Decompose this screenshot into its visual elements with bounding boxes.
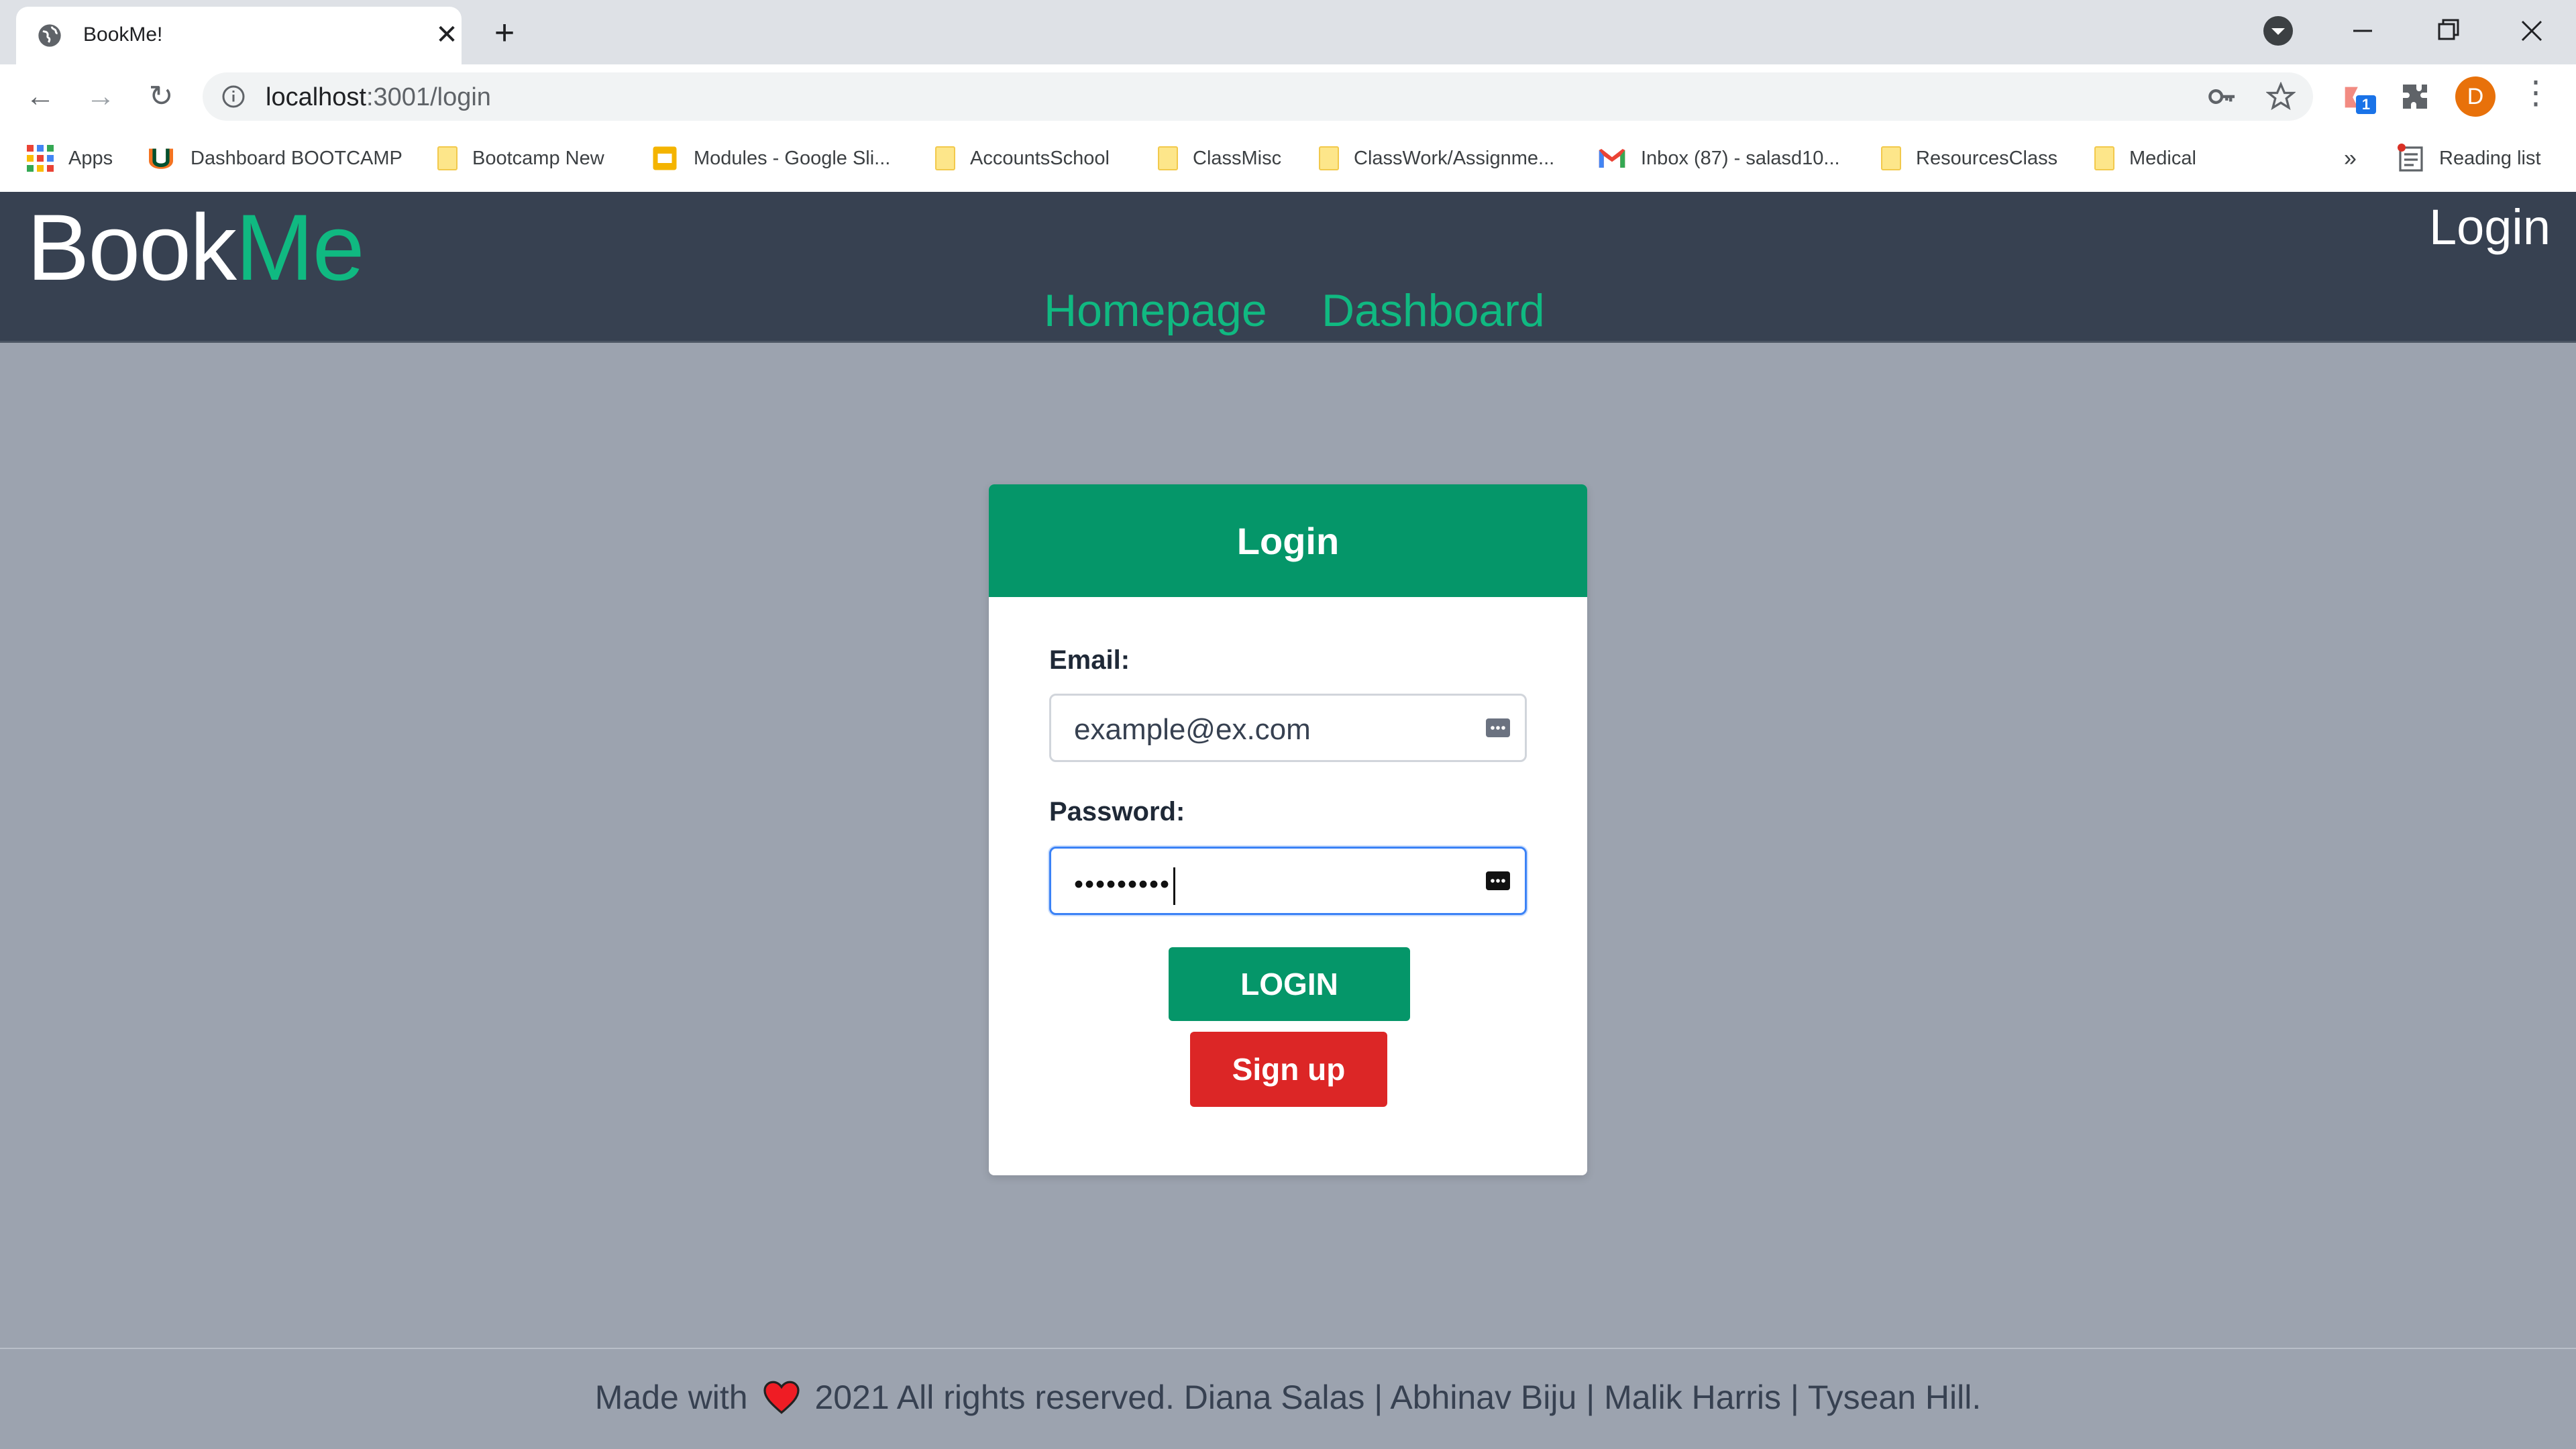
folder-icon [1881,146,1901,170]
site-info-icon[interactable] [221,85,246,109]
nav-homepage-link[interactable]: Homepage [1044,284,1267,337]
login-card-header: Login [989,484,1587,597]
folder-icon [437,146,458,170]
folder-icon [1319,146,1339,170]
logo-book-text: Book [27,195,237,300]
bookmarks-bar: Apps Dashboard BOOTCAMP Bootcamp New Mod… [0,129,2576,193]
bookmark-classwork[interactable]: ClassWork/Assignme... [1319,142,1554,174]
bookmark-medical[interactable]: Medical [2094,142,2196,174]
nav-dashboard-link[interactable]: Dashboard [1322,284,1545,337]
email-value: example@ex.com [1074,713,1311,746]
footer-credits: 2021 All rights reserved. Diana Salas | … [814,1379,1982,1416]
logo-me-text: Me [235,195,364,300]
login-button[interactable]: LOGIN [1169,947,1410,1021]
bookmark-inbox-gmail[interactable]: Inbox (87) - salasd10... [1598,142,1840,174]
footer: Made with 2021 All rights reserved. Dian… [0,1378,2576,1417]
globe-icon [38,24,61,47]
key-icon[interactable] [2207,85,2237,109]
back-arrow-icon[interactable]: ← [20,76,60,117]
bookmark-label: Medical [2129,147,2196,169]
header-login-link[interactable]: Login [2429,199,2551,256]
password-field[interactable]: ••••••••• [1049,847,1527,915]
address-bar[interactable]: localhost:3001/login [203,72,2313,121]
browser-tab[interactable]: BookMe! ✕ [16,7,462,64]
extension-icon[interactable]: 1 [2340,82,2377,115]
bookmark-resourcesclass[interactable]: ResourcesClass [1881,142,2057,174]
signup-button[interactable]: Sign up [1190,1032,1387,1107]
browser-toolbar: ← → ↻ localhost:3001/login 1 D ⋮ [0,64,2576,129]
url-text[interactable]: localhost:3001/login [266,83,491,112]
slides-icon [653,146,677,170]
close-window-icon[interactable] [2512,12,2552,50]
reload-icon[interactable]: ↻ [141,76,181,117]
menu-kebab-icon[interactable]: ⋮ [2520,74,2552,111]
bookmark-bootcamp-new[interactable]: Bootcamp New [437,142,604,174]
bookmark-dashboard-bootcamp[interactable]: Dashboard BOOTCAMP [146,142,402,174]
footer-made-with: Made with [594,1379,748,1416]
folder-icon [2094,146,2114,170]
bookmark-label: Dashboard BOOTCAMP [191,147,402,169]
bookmark-label: ClassMisc [1193,147,1282,169]
minimize-icon[interactable] [2343,12,2383,50]
bookmark-modules-slides[interactable]: Modules - Google Sli... [651,142,890,174]
footer-divider [0,1348,2576,1349]
password-label: Password: [1049,797,1185,826]
more-bookmarks-chevron-icon[interactable]: » [2344,142,2357,174]
email-field[interactable]: example@ex.com [1049,694,1527,762]
app-header: BookMe Login Homepage Dashboard [0,192,2576,343]
bookmark-label: Modules - Google Sli... [694,147,891,169]
bookmark-classmisc[interactable]: ClassMisc [1158,142,1281,174]
restore-icon[interactable] [2427,12,2467,50]
autofill-key-icon[interactable] [1485,714,1511,741]
url-host: localhost [266,83,366,111]
brand-logo[interactable]: BookMe [27,193,365,302]
forward-arrow-icon[interactable]: → [80,76,121,117]
folder-icon [935,146,955,170]
reading-list-label: Reading list [2439,147,2541,169]
u-logo-icon [149,148,173,169]
url-path: :3001/login [366,83,491,111]
bookmark-label: Bootcamp New [472,147,604,169]
login-title: Login [1236,520,1340,562]
new-tab-button[interactable]: + [484,13,525,54]
bookmark-label: ClassWork/Assignme... [1354,147,1555,169]
tab-search-icon[interactable] [2258,12,2298,50]
star-bookmark-icon[interactable] [2266,82,2296,111]
reading-list-button[interactable]: Reading list [2398,142,2541,174]
password-value: ••••••••• [1074,867,1175,905]
profile-avatar[interactable]: D [2455,76,2496,117]
tab-close-icon[interactable]: ✕ [432,20,462,50]
bookmark-label: Apps [68,147,113,169]
bookmark-label: Inbox (87) - salasd10... [1641,147,1840,169]
bookmark-accountsschool[interactable]: AccountsSchool [935,142,1110,174]
browser-tab-strip: BookMe! ✕ + [0,0,2576,64]
extension-badge: 1 [2356,95,2376,114]
tab-title: BookMe! [83,23,163,46]
bookmark-apps[interactable]: Apps [27,142,113,174]
apps-grid-icon [27,145,54,172]
reading-list-icon [2398,144,2423,172]
folder-icon [1158,146,1178,170]
puzzle-extensions-icon[interactable] [2399,80,2431,113]
heart-icon [763,1381,800,1414]
login-card: Login Email: example@ex.com Password: ••… [989,484,1587,1175]
bookmark-label: ResourcesClass [1916,147,2058,169]
gmail-icon [1599,149,1625,168]
bookmark-label: AccountsSchool [970,147,1110,169]
email-label: Email: [1049,645,1130,675]
autofill-key-icon[interactable] [1485,867,1511,894]
